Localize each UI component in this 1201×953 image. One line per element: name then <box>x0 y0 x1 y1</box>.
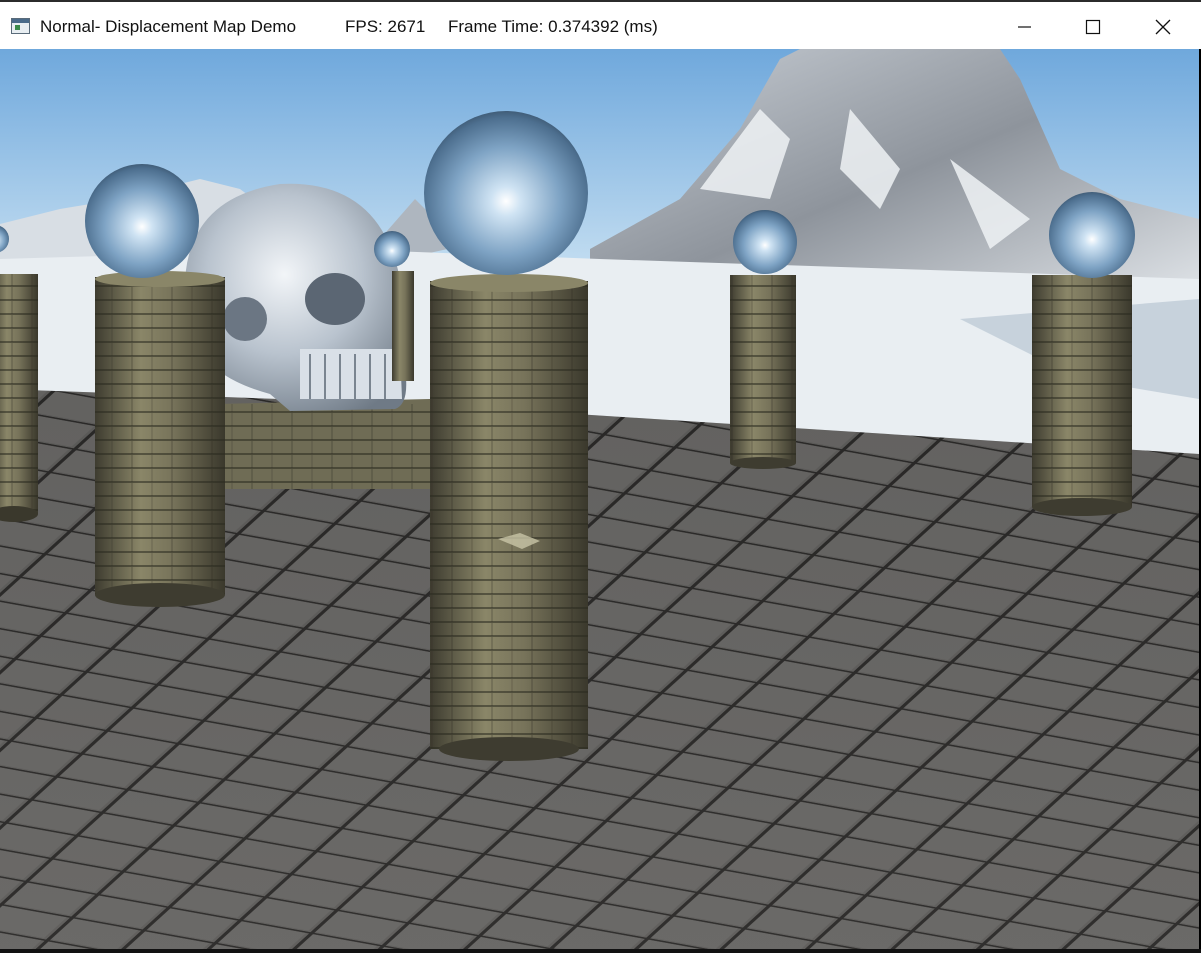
fps-readout: FPS: 2671 <box>345 17 426 36</box>
window-bottom-edge <box>0 949 1201 953</box>
app-window-icon[interactable] <box>11 18 30 34</box>
chrome-sphere-right-center <box>733 210 797 274</box>
title-bar[interactable]: Normal- Displacement Map Demo FPS: 2671 … <box>0 0 1201 49</box>
stone-column-right-center <box>730 275 796 469</box>
minimize-button[interactable] <box>990 4 1058 50</box>
stone-column-behind-skull <box>392 271 414 381</box>
stone-column-left <box>95 271 225 607</box>
app-window: Normal- Displacement Map Demo FPS: 2671 … <box>0 0 1201 953</box>
chrome-sphere-right <box>1049 192 1135 278</box>
minimize-icon <box>1018 26 1031 28</box>
frame-time-readout: Frame Time: 0.374392 (ms) <box>448 17 658 36</box>
render-viewport[interactable] <box>0 49 1199 949</box>
close-button[interactable] <box>1129 4 1197 50</box>
close-icon <box>1155 19 1171 35</box>
chrome-sphere-behind-skull <box>374 231 410 267</box>
chrome-sphere-left <box>85 164 199 278</box>
window-title: Normal- Displacement Map Demo <box>40 17 297 36</box>
maximize-icon <box>1085 19 1101 35</box>
scene-render <box>0 49 1199 949</box>
stone-column-far-left <box>0 274 38 522</box>
stone-column-center <box>430 274 588 761</box>
maximize-button[interactable] <box>1059 4 1127 50</box>
stone-column-right <box>1032 275 1132 516</box>
chrome-sphere-center <box>424 111 588 275</box>
